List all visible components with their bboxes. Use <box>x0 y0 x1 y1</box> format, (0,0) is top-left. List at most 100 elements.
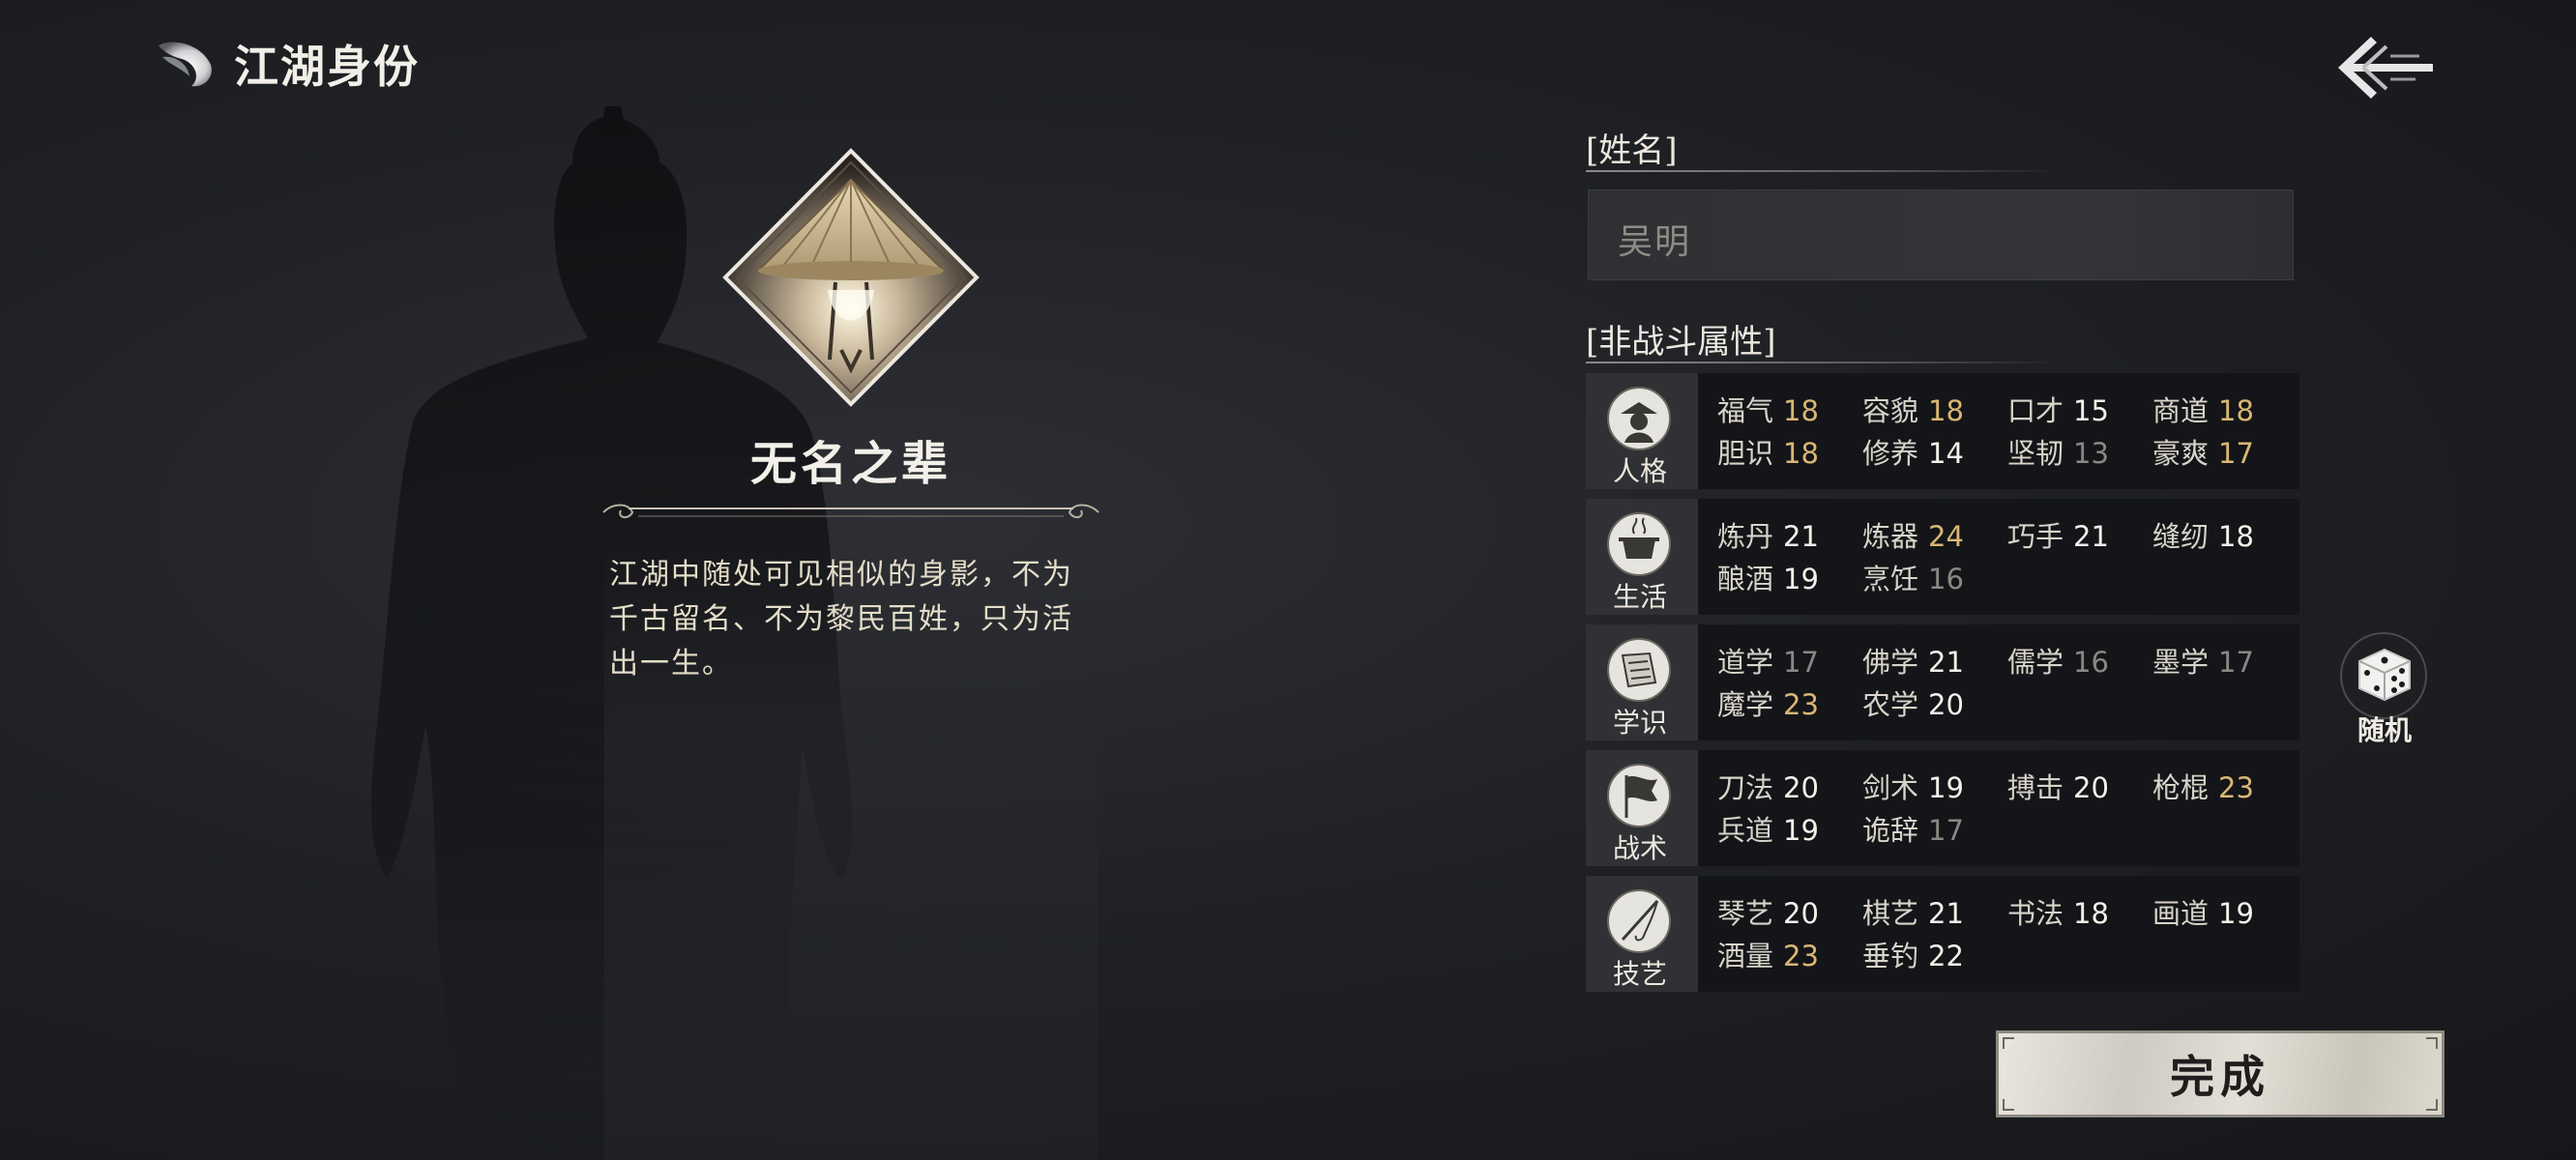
attribute-stat-value: 22 <box>1928 940 1964 972</box>
attribute-category-label: 生活 <box>1612 581 1667 613</box>
attribute-stat-name: 农学 <box>1862 688 1919 721</box>
attribute-stat-value: 17 <box>1783 646 1819 679</box>
attribute-stat-name: 书法 <box>2007 897 2064 930</box>
attribute-stat-name: 炼丹 <box>1717 520 1774 553</box>
attribute-stat: 墨学 17 <box>2152 640 2254 681</box>
attribute-stat-name: 琴艺 <box>1717 897 1774 930</box>
attribute-stat: 巧手 21 <box>2007 514 2109 555</box>
attribute-row-2[interactable]: 学识 道学 17 佛学 21 儒学 16 墨学 17 魔学 23 农学 20 <box>1586 624 2299 740</box>
attribute-stat-name: 魔学 <box>1717 688 1774 721</box>
attribute-stat: 口才 15 <box>2007 389 2109 429</box>
back-arrow-icon[interactable] <box>2332 27 2439 108</box>
dice-icon <box>2358 648 2411 702</box>
attribute-stat-name: 酒量 <box>1717 940 1774 972</box>
attribute-stat: 胆识 18 <box>1717 431 1819 472</box>
attribute-stat-value: 20 <box>1783 897 1819 930</box>
attribute-stat-value: 18 <box>1928 394 1964 427</box>
attribute-row-1[interactable]: 生活 炼丹 21 炼器 24 巧手 21 缝纫 18 酿酒 19 烹饪 16 <box>1586 499 2299 615</box>
random-button-label: 随机 <box>2356 714 2412 746</box>
attribute-stat-name: 烹饪 <box>1862 563 1919 595</box>
attribute-stat: 豪爽 17 <box>2152 431 2254 472</box>
random-button[interactable]: 随机 <box>2336 630 2433 746</box>
attribute-stat-name: 缝纫 <box>2152 520 2210 553</box>
attribute-stat-value: 19 <box>1783 563 1819 595</box>
attribute-stat-name: 坚韧 <box>2007 437 2064 470</box>
sage-portrait-icon <box>1607 387 1671 450</box>
attribute-stat: 坚韧 13 <box>2007 431 2109 472</box>
bamboo-hat-emblem-icon <box>722 148 980 407</box>
attribute-stat-name: 福气 <box>1717 394 1774 427</box>
attribute-stat-name: 酿酒 <box>1717 563 1774 595</box>
attribute-stat: 琴艺 20 <box>1717 891 1819 932</box>
attribute-values: 琴艺 20 棋艺 21 书法 18 画道 19 酒量 23 垂钓 22 <box>1698 876 2299 992</box>
attribute-stat-value: 17 <box>2218 646 2254 679</box>
attribute-stat: 农学 20 <box>1862 682 1964 723</box>
attribute-stat-value: 18 <box>1783 437 1819 470</box>
attribute-stat: 酒量 23 <box>1717 934 1819 974</box>
attribute-category-label: 人格 <box>1612 455 1667 487</box>
attribute-stat: 佛学 21 <box>1862 640 1964 681</box>
attribute-stat: 酿酒 19 <box>1717 557 1819 597</box>
attribute-stat-value: 17 <box>1928 814 1964 847</box>
attribute-stat: 修养 14 <box>1862 431 1964 472</box>
attribute-stat-value: 18 <box>2218 520 2254 553</box>
attribute-stat-name: 道学 <box>1717 646 1774 679</box>
attribute-stat-name: 豪爽 <box>2152 437 2210 470</box>
attribute-stat-name: 口才 <box>2007 394 2064 427</box>
attribute-category-label: 学识 <box>1612 707 1667 739</box>
attribute-row-0[interactable]: 人格 福气 18 容貌 18 口才 15 商道 18 胆识 18 修养 14 坚韧 13 豪爽 17 <box>1586 373 2299 489</box>
attribute-stat-value: 21 <box>1783 520 1819 553</box>
done-button[interactable]: 完成 <box>1996 1030 2444 1117</box>
attribute-stat-value: 18 <box>2218 394 2254 427</box>
attribute-category: 人格 <box>1586 373 1698 489</box>
attribute-stat-name: 剑术 <box>1862 771 1919 804</box>
attribute-stat: 垂钓 22 <box>1862 934 1964 974</box>
attribute-category: 生活 <box>1586 499 1698 615</box>
attribute-stat: 烹饪 16 <box>1862 557 1964 597</box>
page-header: 江湖身份 <box>153 33 420 95</box>
attribute-values: 刀法 20 剑术 19 搏击 20 枪棍 23 兵道 19 诡辞 17 <box>1698 750 2299 866</box>
attribute-stat-name: 墨学 <box>2152 646 2210 679</box>
attribute-stat-value: 17 <box>2218 437 2254 470</box>
attribute-stat-value: 23 <box>1783 940 1819 972</box>
attribute-stat-value: 23 <box>2218 771 2254 804</box>
attribute-category: 技艺 <box>1586 876 1698 992</box>
name-input[interactable]: 吴明 <box>1588 189 2294 280</box>
attribute-stat-name: 画道 <box>2152 897 2210 930</box>
attribute-stat: 剑术 19 <box>1862 766 1964 806</box>
attribute-stat-name: 炼器 <box>1862 520 1919 553</box>
attribute-row-4[interactable]: 技艺 琴艺 20 棋艺 21 书法 18 画道 19 酒量 23 垂钓 22 <box>1586 876 2299 992</box>
attributes-section-label: [非战斗属性] <box>1586 323 1776 362</box>
attribute-stat: 容貌 18 <box>1862 389 1964 429</box>
attribute-stat-value: 16 <box>1928 563 1964 595</box>
attribute-row-3[interactable]: 战术 刀法 20 剑术 19 搏击 20 枪棍 23 兵道 19 诡辞 17 <box>1586 750 2299 866</box>
attribute-stat-value: 20 <box>2073 771 2109 804</box>
attribute-stat-name: 佛学 <box>1862 646 1919 679</box>
attribute-stat: 诡辞 17 <box>1862 808 1964 849</box>
cauldron-icon <box>1607 512 1671 576</box>
attribute-stat-value: 19 <box>1783 814 1819 847</box>
attribute-stat-name: 诡辞 <box>1862 814 1919 847</box>
attribute-stat: 炼丹 21 <box>1717 514 1819 555</box>
page-title: 江湖身份 <box>234 41 420 93</box>
attribute-stat: 儒学 16 <box>2007 640 2109 681</box>
swirl-logo-icon <box>159 42 212 87</box>
war-flag-icon <box>1607 764 1671 827</box>
attribute-stat-name: 儒学 <box>2007 646 2064 679</box>
attribute-stat: 福气 18 <box>1717 389 1819 429</box>
attribute-stat-value: 18 <box>2073 897 2109 930</box>
name-section-underline <box>1586 170 2060 172</box>
attribute-stat-value: 13 <box>2073 437 2109 470</box>
identity-description: 江湖中随处可见相似的身影，不为 千古留名、不为黎民百姓，只为活 出一生。 <box>609 558 1073 681</box>
attribute-stat: 道学 17 <box>1717 640 1819 681</box>
attribute-stat: 兵道 19 <box>1717 808 1819 849</box>
attribute-stat-name: 棋艺 <box>1862 897 1919 930</box>
attribute-stat-value: 21 <box>2073 520 2109 553</box>
attribute-stat: 枪棍 23 <box>2152 766 2254 806</box>
scroll-icon <box>1607 638 1671 702</box>
attribute-stat-value: 23 <box>1783 688 1819 721</box>
attribute-stat-name: 枪棍 <box>2152 771 2210 804</box>
attribute-stat-name: 兵道 <box>1717 814 1774 847</box>
ornate-divider <box>602 504 1099 518</box>
attribute-stat: 棋艺 21 <box>1862 891 1964 932</box>
